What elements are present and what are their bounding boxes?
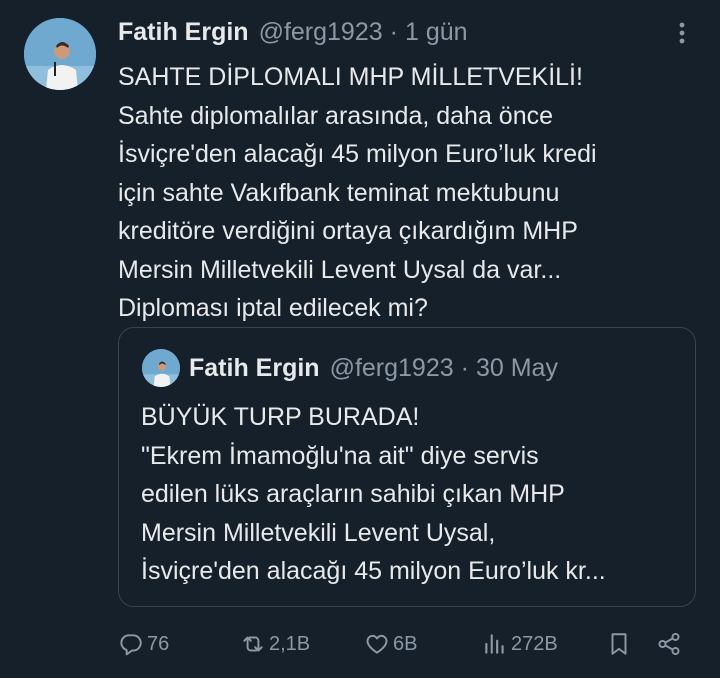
repost-count: 2,1B: [269, 632, 311, 655]
tweet-text-line: kreditöre verdiğini ortaya çıkardığım MH…: [118, 217, 578, 245]
bookmark-icon: [611, 633, 627, 655]
quoted-text-line: Mersin Milletvekili Levent Uysal,: [141, 518, 496, 547]
quoted-text-line: BÜYÜK TURP BURADA!: [141, 403, 420, 431]
tweet: Fatih Ergin @ferg1923 · 1 gün SAHTE DİPL…: [0, 0, 720, 678]
tweet-text: SAHTE DİPLOMALI MHP MİLLETVEKİLİ! Sahte …: [118, 58, 698, 328]
tweet-timestamp[interactable]: 1 gün: [405, 18, 468, 47]
tweet-text-line: Diploması iptal edilecek mi?: [118, 294, 428, 322]
repost-icon: [243, 636, 263, 652]
action-bar: 76 2,1B 6B 272B: [0, 624, 720, 664]
quoted-timestamp: 30 May: [475, 353, 558, 382]
share-icon: [658, 632, 680, 656]
quoted-text: BÜYÜK TURP BURADA! "Ekrem İmamoğlu'na ai…: [141, 398, 681, 591]
tweet-header: Fatih Ergin @ferg1923 · 1 gün: [118, 14, 468, 50]
bookmark-button[interactable]: [606, 624, 632, 664]
separator-dot: ·: [389, 17, 398, 46]
views-icon: [485, 634, 504, 654]
like-button[interactable]: 6B: [364, 624, 417, 664]
quoted-header: Fatih Ergin @ferg1923 · 30 May: [189, 350, 558, 386]
tweet-text-line: için sahte Vakıfbank teminat mektubunu: [118, 178, 560, 207]
repost-button[interactable]: 2,1B: [240, 624, 310, 664]
quoted-text-line: İsviçre'den alacağı 45 milyon Euro’luk k…: [141, 557, 606, 585]
quoted-author-handle: @ferg1923: [329, 353, 454, 382]
share-button[interactable]: [656, 624, 682, 664]
author-name[interactable]: Fatih Ergin: [118, 18, 249, 47]
reply-icon: [120, 634, 142, 656]
avatar[interactable]: [24, 18, 96, 90]
heart-icon: [366, 634, 388, 654]
tweet-text-line: Mersin Milletvekili Levent Uysal da var.…: [118, 255, 562, 284]
quoted-text-line: edilen lüks araçların sahibi çıkan MHP: [141, 480, 565, 508]
quoted-tweet[interactable]: Fatih Ergin @ferg1923 · 30 May BÜYÜK TUR…: [118, 327, 696, 607]
more-vertical-icon[interactable]: [668, 18, 696, 46]
author-handle[interactable]: @ferg1923: [259, 18, 383, 47]
tweet-text-line: İsviçre'den alacağı 45 milyon Euro’luk k…: [118, 140, 597, 168]
quoted-text-line: "Ekrem İmamoğlu'na ait" diye servis: [141, 441, 539, 470]
quoted-avatar: [142, 349, 180, 387]
reply-button[interactable]: 76: [118, 624, 169, 664]
like-count: 6B: [393, 632, 418, 655]
view-count: 272B: [511, 632, 558, 655]
views-button[interactable]: 272B: [482, 624, 558, 664]
tweet-text-line: Sahte diplomalılar arasında, daha önce: [118, 101, 554, 130]
separator-dot: ·: [460, 353, 469, 382]
reply-count: 76: [147, 632, 170, 655]
tweet-text-line: SAHTE DİPLOMALI MHP MİLLETVEKİLİ!: [118, 63, 583, 91]
quoted-author-name: Fatih Ergin: [189, 353, 320, 382]
